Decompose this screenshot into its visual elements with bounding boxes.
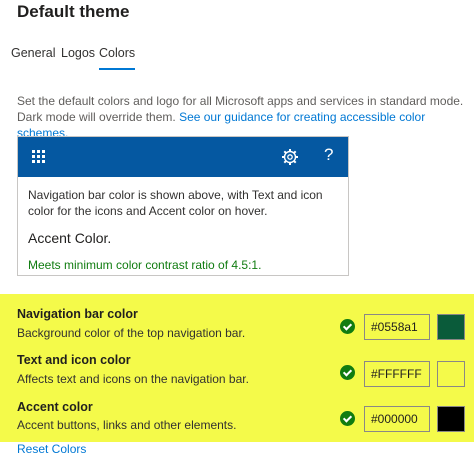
tab-general[interactable]: General xyxy=(11,46,55,60)
check-icon xyxy=(340,411,355,426)
preview-explanation: Navigation bar color is shown above, wit… xyxy=(28,188,323,218)
preview-nav-bar: ? xyxy=(18,137,348,177)
contrast-status: Meets minimum color contrast ratio of 4.… xyxy=(28,258,262,272)
accent-color-swatch[interactable] xyxy=(437,406,465,432)
tab-colors[interactable]: Colors xyxy=(99,46,136,70)
accent-color-input[interactable] xyxy=(364,406,430,432)
tab-logos[interactable]: Logos xyxy=(61,46,95,60)
theme-preview: ? Navigation bar color is shown above, w… xyxy=(17,136,349,276)
app-launcher-icon xyxy=(32,150,46,164)
nav-bar-color-description: Background color of the top navigation b… xyxy=(17,326,246,340)
text-icon-color-input[interactable] xyxy=(364,361,430,387)
text-icon-color-description: Affects text and icons on the navigation… xyxy=(17,372,249,386)
nav-bar-color-swatch[interactable] xyxy=(437,314,465,340)
page-title: Default theme xyxy=(17,2,130,21)
accent-color-title: Accent color xyxy=(17,400,93,414)
text-icon-color-swatch[interactable] xyxy=(437,361,465,387)
color-settings-panel: Navigation bar color Background color of… xyxy=(0,294,474,442)
accent-color-sample: Accent Color. xyxy=(28,230,112,246)
help-icon: ? xyxy=(324,145,334,164)
nav-bar-color-input[interactable] xyxy=(364,314,430,340)
check-icon xyxy=(340,319,355,334)
nav-bar-color-title: Navigation bar color xyxy=(17,307,138,321)
text-icon-color-title: Text and icon color xyxy=(17,353,131,367)
accent-color-description: Accent buttons, links and other elements… xyxy=(17,418,237,432)
gear-icon xyxy=(282,149,298,165)
reset-colors-link[interactable]: Reset Colors xyxy=(17,442,86,456)
description: Set the default colors and logo for all … xyxy=(17,93,467,141)
check-icon xyxy=(340,365,355,380)
